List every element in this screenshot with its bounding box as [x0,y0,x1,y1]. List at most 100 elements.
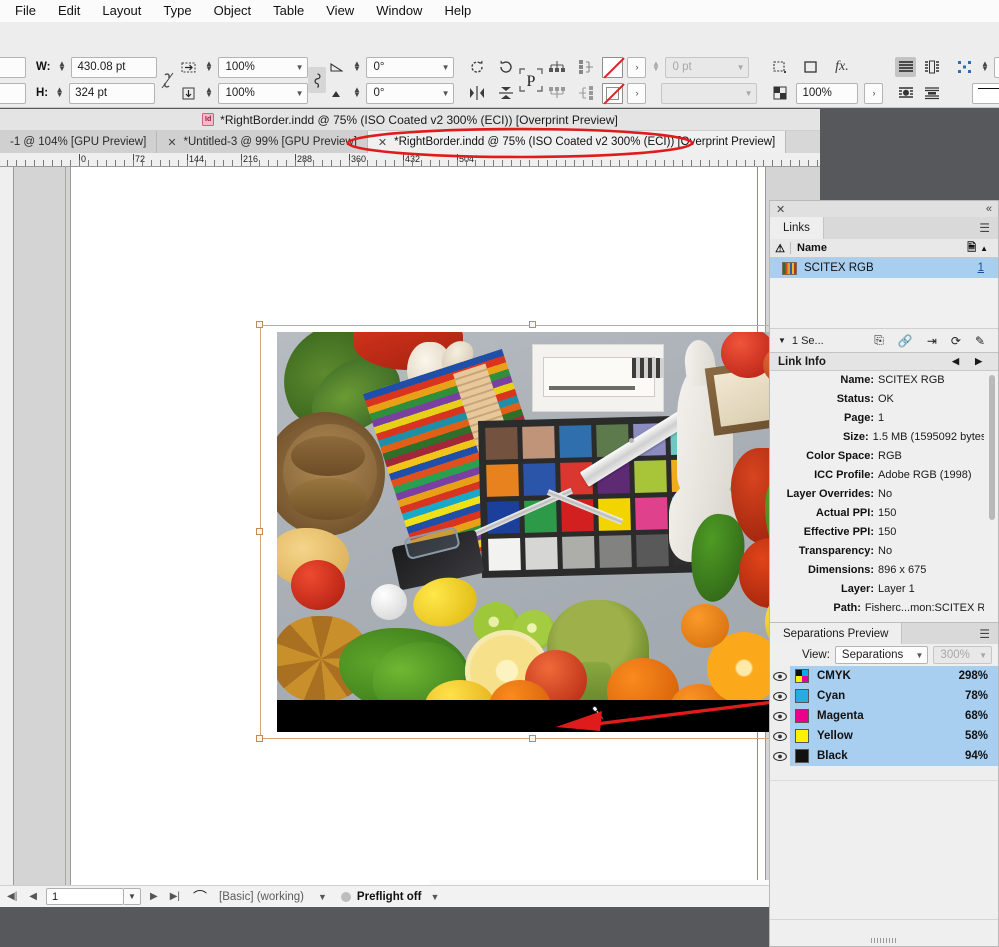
edit-original-icon[interactable]: ✎ [968,334,990,348]
panel-resize-grip[interactable] [871,938,897,943]
eye-icon[interactable] [770,686,790,706]
menu-item-help[interactable]: Help [433,0,482,22]
rotate-counterclockwise-icon[interactable] [495,57,516,77]
fill-swatch-menu-button[interactable]: › [627,57,646,78]
separation-row-black[interactable]: Black 94% [770,746,998,766]
height-stepper[interactable]: ▲▼ [54,84,65,102]
eye-icon[interactable] [770,706,790,726]
close-icon[interactable]: ✕ [776,203,785,216]
image-frame[interactable] [260,325,806,739]
last-page-icon[interactable]: ▶| [167,891,183,902]
shear-stepper[interactable]: ▲▼ [351,84,362,102]
page-number-dropdown[interactable]: ▼ [124,888,141,905]
panel-menu-icon[interactable]: ☰ [971,623,998,644]
tab-untitled-3[interactable]: ✕ *Untitled-3 @ 99% [GPU Preview] [157,131,368,153]
x-position-field[interactable]: pt [0,57,26,78]
eye-icon[interactable] [770,726,790,746]
rotation-stepper[interactable]: ▲▼ [351,58,362,76]
stroke-weight-stepper[interactable]: ▲▼ [650,58,661,76]
horizontal-ruler[interactable]: 0 72 144 216 288 360 432 504 [0,153,820,167]
flip-horizontal-icon[interactable] [466,83,487,103]
chevron-down-icon[interactable]: ▼ [778,336,792,345]
tab-rightborder-indd[interactable]: ✕ *RightBorder.indd @ 75% (ISO Coated v2… [368,131,786,153]
links-column-name[interactable]: Name [790,242,967,254]
text-wrap-none-icon[interactable] [895,57,916,77]
constrain-proportions-toggle[interactable] [308,67,326,93]
tab-links[interactable]: Links [770,217,824,239]
distribute-top-icon[interactable] [546,57,567,77]
menu-item-file[interactable]: File [4,0,47,22]
panel-menu-icon[interactable]: ☰ [971,217,998,239]
link-info-scrollbar[interactable] [989,375,995,520]
menu-item-layout[interactable]: Layout [91,0,152,22]
separations-view-combo[interactable]: Separations ▼ [835,646,929,664]
text-wrap-bounding-box-icon[interactable] [921,57,942,77]
wrap-offset-field[interactable]: 0 pt [994,57,999,78]
links-list[interactable]: SCITEX RGB 1 [770,258,998,328]
distribute-bottom-icon[interactable] [546,83,567,103]
frame-handle-middle-left[interactable] [256,528,263,535]
shear-combo[interactable]: 0° ▼ [366,83,454,104]
rotate-clockwise-icon[interactable] [466,57,487,77]
link-row-scitex-rgb[interactable]: SCITEX RGB 1 [770,258,998,278]
menu-item-object[interactable]: Object [203,0,263,22]
previous-arrow-icon[interactable]: ◀ [944,356,967,367]
fill-swatch-none[interactable] [602,57,623,78]
stroke-style-combo[interactable]: ▼ [661,83,757,104]
reference-point-icon[interactable]: P [516,65,546,95]
flip-vertical-icon[interactable] [495,83,516,103]
eye-icon[interactable] [770,746,790,766]
height-field[interactable]: 324 pt [69,83,155,104]
page-number-field[interactable]: 1 [46,888,124,905]
menu-item-type[interactable]: Type [152,0,202,22]
distribute-left-icon[interactable] [575,57,596,77]
next-page-icon[interactable]: ▶ [147,891,161,902]
tab-untitled-1[interactable]: -1 @ 104% [GPU Preview] [0,131,157,153]
separation-row-yellow[interactable]: Yellow 58% [770,726,998,746]
chain-broken-icon[interactable] [157,70,178,90]
stroke-weight-combo[interactable]: 0 pt ▼ [665,57,749,78]
next-arrow-icon[interactable]: ▶ [967,356,990,367]
menu-item-table[interactable]: Table [262,0,315,22]
previous-page-icon[interactable]: ◀ [26,891,40,902]
text-wrap-jump-object-icon[interactable] [921,83,942,103]
menu-item-edit[interactable]: Edit [47,0,91,22]
opacity-field[interactable]: 100% [796,83,858,104]
menu-item-window[interactable]: Window [365,0,433,22]
refresh-icon[interactable]: ⟳ [944,334,968,348]
preflight-status-dropdown[interactable]: ▼ [427,892,442,902]
go-to-link-icon[interactable]: 🔗 [891,334,920,348]
menu-item-view[interactable]: View [315,0,365,22]
frame-handle-bottom-left[interactable] [256,735,263,742]
opacity-menu-button[interactable]: › [864,83,883,104]
wrap-offset-stepper[interactable]: ▲▼ [979,58,990,76]
width-stepper[interactable]: ▲▼ [56,58,67,76]
frame-handle-bottom-center[interactable] [529,735,536,742]
scale-y-stepper[interactable]: ▲▼ [203,84,214,102]
close-icon[interactable]: ✕ [378,136,387,149]
ink-limit-combo[interactable]: 300% ▼ [933,646,992,664]
update-link-icon[interactable]: ⇥ [920,334,944,348]
separation-row-magenta[interactable]: Magenta 68% [770,706,998,726]
document-canvas[interactable] [14,167,820,885]
separations-list[interactable]: CMYK 298% Cyan 78% Magenta 68% [770,666,998,766]
scale-y-combo[interactable]: 100% ▼ [218,83,308,104]
stroke-swatch-menu-button[interactable]: › [627,83,646,104]
tab-separations-preview[interactable]: Separations Preview [770,623,902,644]
distribute-right-icon[interactable] [575,83,596,103]
rotation-combo[interactable]: 0° ▼ [366,57,454,78]
vertical-ruler[interactable] [0,167,14,885]
stroke-preview-box[interactable] [972,83,999,104]
preflight-preset-dropdown[interactable]: ▼ [310,892,335,902]
placed-image-scitex-rgb[interactable] [277,332,799,732]
eye-icon[interactable] [770,666,790,686]
frame-handle-top-left[interactable] [256,321,263,328]
link-page-number[interactable]: 1 [978,262,998,274]
stroke-swatch-none[interactable] [602,83,623,104]
frame-fitting-icon[interactable] [769,57,790,77]
width-field[interactable]: 430.08 pt [71,57,157,78]
separation-row-cmyk[interactable]: CMYK 298% [770,666,998,686]
separation-row-cyan[interactable]: Cyan 78% [770,686,998,706]
first-page-icon[interactable]: ◀| [4,891,20,902]
close-icon[interactable]: ✕ [167,136,176,149]
